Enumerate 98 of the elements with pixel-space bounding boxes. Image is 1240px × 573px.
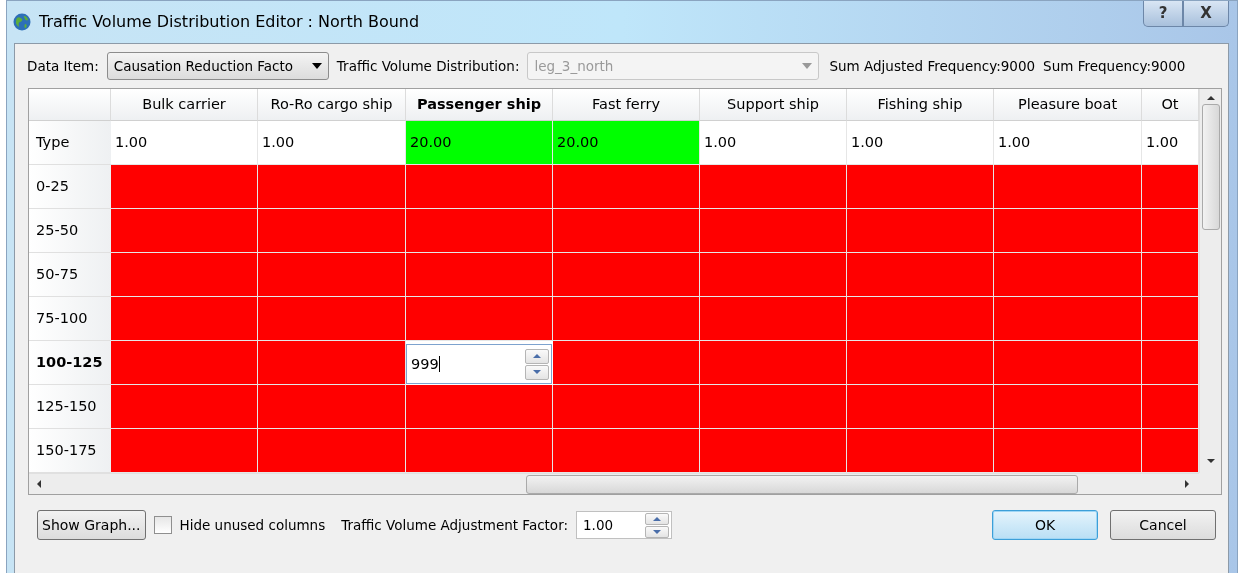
table-cell[interactable] — [258, 165, 406, 209]
data-item-dropdown[interactable]: Causation Reduction Facto — [106, 52, 329, 80]
table-cell[interactable]: 20.00 — [553, 121, 700, 165]
cell-editor[interactable]: 999 — [406, 344, 552, 384]
table-cell[interactable]: 1.00 — [1142, 121, 1199, 165]
table-cell[interactable] — [111, 297, 258, 341]
row-header[interactable]: 75-100 — [29, 297, 111, 341]
table-cell[interactable] — [700, 429, 847, 473]
table-cell[interactable] — [994, 341, 1142, 385]
show-graph-button[interactable]: Show Graph... — [37, 510, 146, 540]
table-cell[interactable] — [258, 385, 406, 429]
table-cell[interactable] — [994, 429, 1142, 473]
table-cell[interactable]: 1.00 — [847, 121, 994, 165]
row-header[interactable]: 25-50 — [29, 209, 111, 253]
table-cell[interactable] — [1142, 429, 1199, 473]
table-cell[interactable] — [700, 341, 847, 385]
table-cell[interactable] — [847, 165, 994, 209]
table-cell[interactable] — [258, 253, 406, 297]
row-header[interactable]: 100-125 — [29, 341, 111, 385]
table-cell[interactable] — [700, 297, 847, 341]
column-header[interactable]: Bulk carrier — [111, 89, 258, 121]
table-cell[interactable] — [111, 165, 258, 209]
vertical-scrollbar[interactable] — [1199, 89, 1221, 473]
hide-unused-label: Hide unused columns — [179, 515, 326, 535]
help-button[interactable]: ? — [1143, 1, 1183, 27]
table-cell[interactable] — [111, 429, 258, 473]
table-cell[interactable]: 20.00 — [406, 121, 553, 165]
hide-unused-checkbox[interactable] — [153, 516, 172, 534]
window-title: Traffic Volume Distribution Editor : North Bound — [39, 11, 420, 33]
table-cell[interactable] — [1142, 297, 1199, 341]
close-button[interactable]: X — [1183, 1, 1229, 27]
table-cell[interactable] — [553, 341, 700, 385]
table-cell[interactable] — [847, 385, 994, 429]
table-cell[interactable] — [1142, 253, 1199, 297]
table-cell[interactable] — [1142, 385, 1199, 429]
table-cell[interactable] — [994, 165, 1142, 209]
table-cell[interactable] — [1142, 209, 1199, 253]
table-cell[interactable] — [111, 385, 258, 429]
table-cell[interactable] — [553, 297, 700, 341]
adjustment-factor-spinbox[interactable]: 1.00 — [576, 511, 672, 539]
column-header[interactable]: Support ship — [700, 89, 847, 121]
table-cell[interactable] — [258, 209, 406, 253]
column-header[interactable]: Fishing ship — [847, 89, 994, 121]
column-header[interactable]: Passenger ship — [406, 89, 553, 121]
sum-frequency: Sum Frequency:9000 — [1043, 56, 1186, 76]
table-cell[interactable] — [847, 253, 994, 297]
table-cell[interactable]: 1.00 — [700, 121, 847, 165]
table-cell[interactable] — [847, 297, 994, 341]
table-cell[interactable] — [847, 209, 994, 253]
table-cell[interactable] — [406, 209, 553, 253]
row-header[interactable]: 50-75 — [29, 253, 111, 297]
adjustment-factor-label: Traffic Volume Adjustment Factor: — [341, 515, 568, 535]
table-cell[interactable]: 1.00 — [111, 121, 258, 165]
column-header[interactable]: Pleasure boat — [994, 89, 1142, 121]
sum-adjusted-frequency: Sum Adjusted Frequency:9000 — [829, 56, 1036, 76]
table-cell[interactable] — [847, 341, 994, 385]
table-cell[interactable]: 1.00 — [258, 121, 406, 165]
table-cell[interactable] — [994, 209, 1142, 253]
table-cell[interactable] — [406, 429, 553, 473]
table-cell[interactable] — [258, 341, 406, 385]
horizontal-scrollbar[interactable] — [29, 473, 1199, 494]
table-cell[interactable] — [258, 297, 406, 341]
table-cell[interactable] — [847, 429, 994, 473]
globe-icon — [13, 13, 31, 31]
table-cell[interactable] — [111, 209, 258, 253]
table-cell[interactable] — [700, 253, 847, 297]
row-header[interactable]: 150-175 — [29, 429, 111, 473]
column-header[interactable]: Ro-Ro cargo ship — [258, 89, 406, 121]
table-cell[interactable] — [1142, 341, 1199, 385]
row-header[interactable]: Type — [29, 121, 111, 165]
column-header[interactable]: Fast ferry — [553, 89, 700, 121]
table-cell[interactable] — [994, 297, 1142, 341]
ok-button[interactable]: OK — [992, 510, 1098, 540]
table-cell[interactable] — [553, 165, 700, 209]
table-cell[interactable] — [553, 209, 700, 253]
table-cell[interactable] — [111, 253, 258, 297]
table-cell[interactable] — [700, 385, 847, 429]
table-cell[interactable] — [553, 385, 700, 429]
table-cell[interactable] — [994, 385, 1142, 429]
column-header[interactable]: Ot — [1142, 89, 1199, 121]
table-cell[interactable] — [406, 297, 553, 341]
table-cell[interactable] — [258, 429, 406, 473]
row-header[interactable]: 0-25 — [29, 165, 111, 209]
data-item-label: Data Item: — [27, 56, 99, 76]
table-cell[interactable] — [553, 429, 700, 473]
table-cell[interactable] — [111, 341, 258, 385]
table-cell[interactable] — [994, 253, 1142, 297]
table-cell[interactable] — [406, 385, 553, 429]
distribution-label: Traffic Volume Distribution: — [336, 56, 520, 76]
table-cell[interactable] — [553, 253, 700, 297]
table-cell[interactable] — [406, 253, 553, 297]
row-header[interactable]: 125-150 — [29, 385, 111, 429]
table-cell[interactable] — [700, 165, 847, 209]
table-cell[interactable] — [1142, 165, 1199, 209]
table-cell[interactable] — [406, 165, 553, 209]
table-cell[interactable]: 1.00 — [994, 121, 1142, 165]
cancel-button[interactable]: Cancel — [1110, 510, 1216, 540]
table-cell[interactable] — [700, 209, 847, 253]
